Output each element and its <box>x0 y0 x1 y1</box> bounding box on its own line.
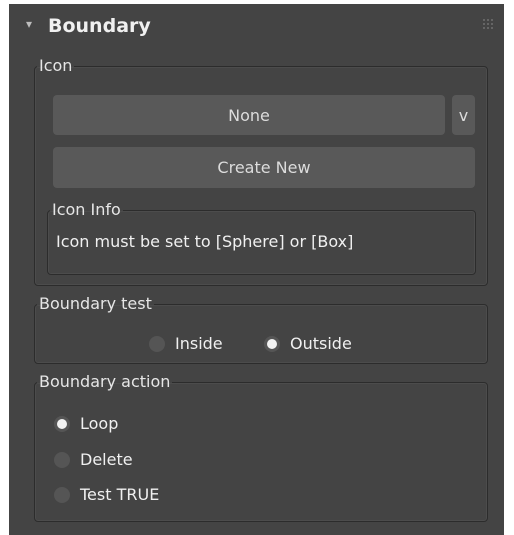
icon-dropdown-button[interactable]: v <box>452 95 475 135</box>
radio-test-true-indicator[interactable] <box>54 486 70 503</box>
icon-select-button[interactable]: None <box>53 95 445 135</box>
radio-outside[interactable]: Outside <box>264 334 352 353</box>
boundary-rollout-panel: ▾ Boundary Icon None v Create New Icon I… <box>9 4 504 535</box>
icon-group-legend: Icon <box>39 56 73 75</box>
create-new-button[interactable]: Create New <box>53 147 475 188</box>
radio-test-true[interactable]: Test TRUE <box>54 485 159 504</box>
radio-loop-label: Loop <box>80 414 119 433</box>
boundary-test-group: Boundary test <box>34 296 488 364</box>
icon-info-legend: Icon Info <box>52 200 121 219</box>
boundary-action-legend: Boundary action <box>39 372 171 391</box>
radio-inside[interactable]: Inside <box>149 334 223 353</box>
radio-outside-indicator[interactable] <box>264 335 280 352</box>
collapse-arrow-icon[interactable]: ▾ <box>26 17 32 31</box>
rollout-header[interactable]: ▾ Boundary <box>9 4 504 50</box>
radio-delete-indicator[interactable] <box>54 451 70 468</box>
radio-test-true-label: Test TRUE <box>80 485 160 504</box>
radio-loop[interactable]: Loop <box>54 414 118 433</box>
icon-info-text: Icon must be set to [Sphere] or [Box] <box>56 232 354 251</box>
rollout-title: Boundary <box>48 15 151 37</box>
radio-delete-label: Delete <box>80 450 133 469</box>
radio-inside-label: Inside <box>175 334 223 353</box>
radio-loop-indicator[interactable] <box>54 415 70 432</box>
radio-outside-label: Outside <box>290 334 352 353</box>
radio-inside-indicator[interactable] <box>149 335 165 352</box>
radio-delete[interactable]: Delete <box>54 450 133 469</box>
drag-grip-icon[interactable] <box>482 18 494 30</box>
boundary-test-legend: Boundary test <box>39 294 152 313</box>
